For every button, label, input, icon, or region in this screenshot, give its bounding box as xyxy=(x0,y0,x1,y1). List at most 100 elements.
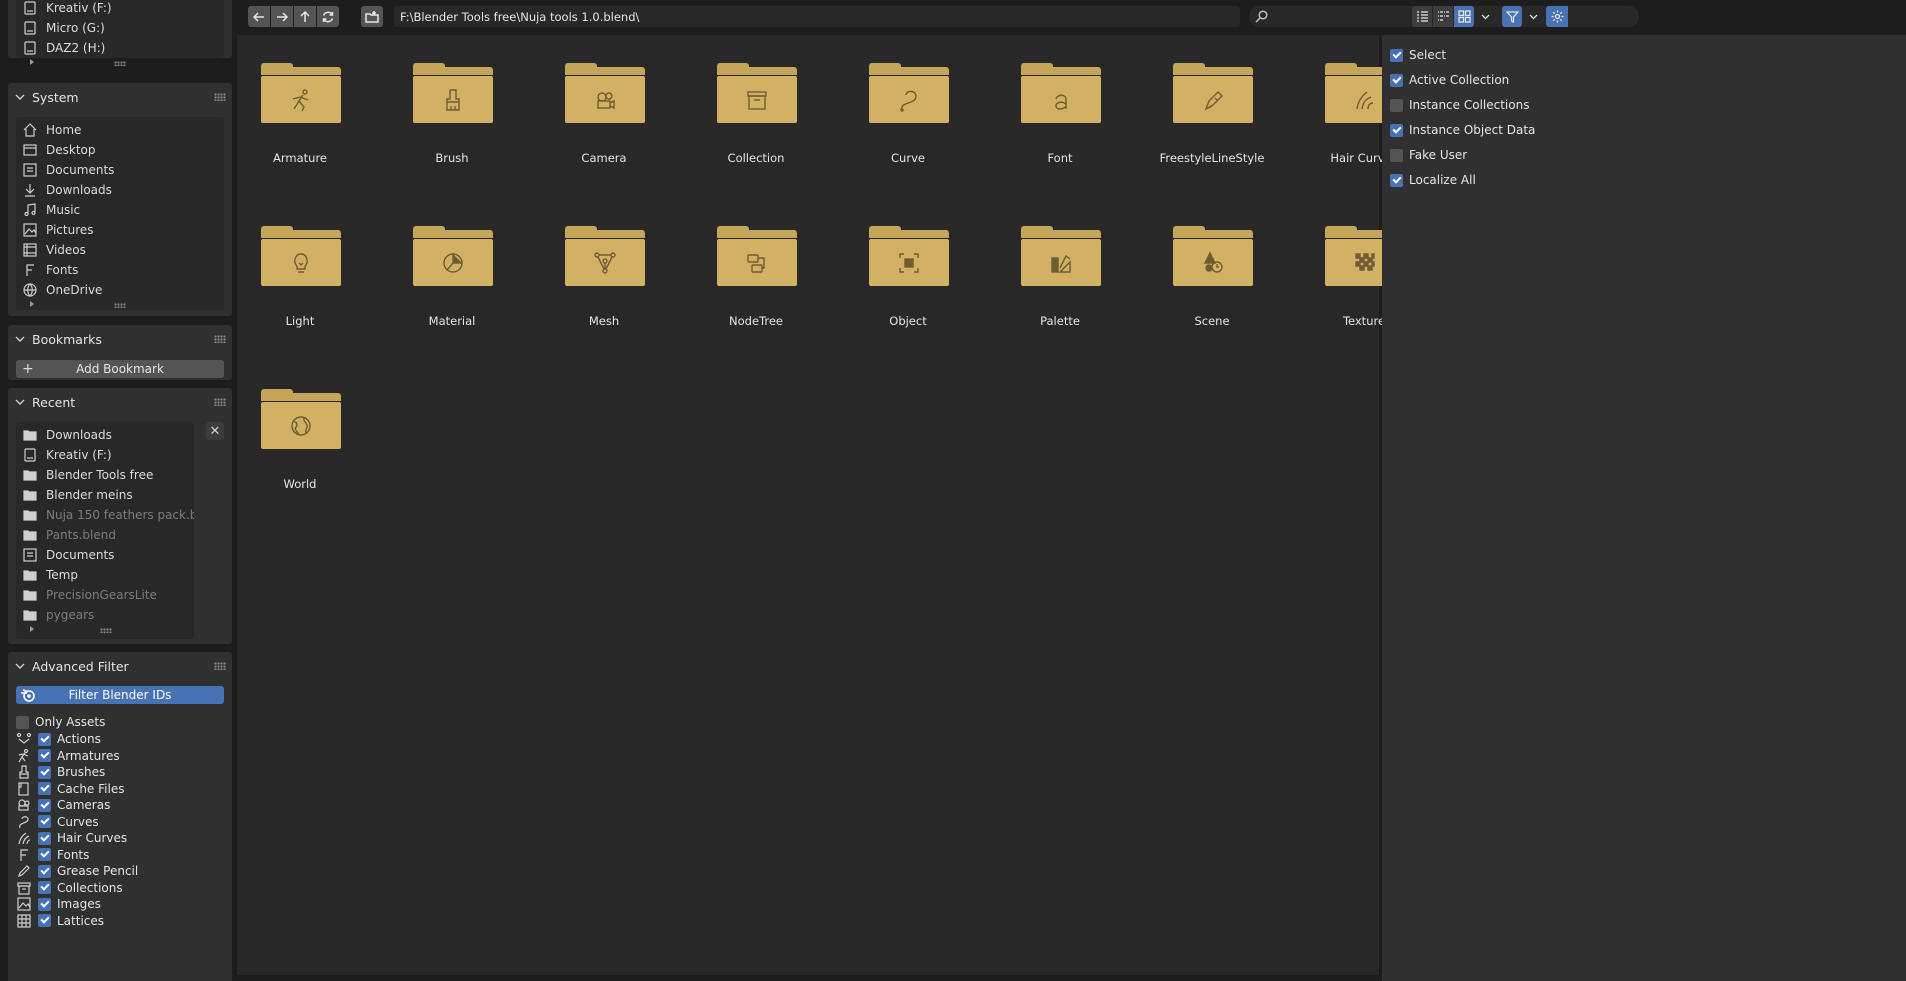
system-panel-header[interactable]: System xyxy=(8,83,232,111)
bookmarks-panel-header[interactable]: Bookmarks xyxy=(8,325,232,353)
folder-tile-light[interactable]: Light xyxy=(240,198,360,328)
system-item[interactable]: Downloads xyxy=(16,180,224,200)
horizontal-list-view-button[interactable] xyxy=(1433,6,1453,27)
system-item[interactable]: Videos xyxy=(16,240,224,260)
folder-icon xyxy=(1021,226,1101,286)
system-item[interactable]: Documents xyxy=(16,160,224,180)
option-checkbox[interactable] xyxy=(1390,98,1403,112)
option-checkbox[interactable] xyxy=(1390,48,1403,62)
filter-label: Armatures xyxy=(57,748,120,763)
system-item[interactable]: OneDrive xyxy=(16,280,224,300)
filter-checkbox[interactable] xyxy=(38,831,51,845)
vertical-list-view-button[interactable] xyxy=(1412,6,1432,27)
volume-item[interactable]: DAZ2 (H:) xyxy=(16,38,224,58)
filter-checkbox[interactable] xyxy=(38,782,51,795)
arrow-left-icon xyxy=(252,11,264,22)
drag-grip-icon[interactable] xyxy=(214,662,226,670)
recent-item[interactable]: Nuja 150 feathers pack.bl... xyxy=(16,505,194,525)
folder-tile-palette[interactable]: Palette xyxy=(1000,198,1120,328)
option-label: Instance Object Data xyxy=(1409,123,1536,137)
filter-toggle-button[interactable] xyxy=(1502,6,1522,27)
drag-grip-icon[interactable] xyxy=(214,335,226,343)
directory-path-field[interactable]: F:\Blender Tools free\Nuja tools 1.0.ble… xyxy=(394,6,1240,27)
recent-list: Downloads Kreativ (F:) Blender Tools free B… xyxy=(16,422,194,639)
system-item[interactable]: Desktop xyxy=(16,140,224,160)
settings-gear-button[interactable] xyxy=(1546,6,1568,27)
folder-icon xyxy=(22,467,38,483)
drag-grip-icon[interactable] xyxy=(214,398,226,406)
recent-panel-header[interactable]: Recent xyxy=(8,388,232,416)
option-active-collection-row[interactable]: Active Collection xyxy=(1390,70,1509,90)
display-settings-dropdown[interactable] xyxy=(1475,6,1495,27)
folder-tile-font[interactable]: Font xyxy=(1000,35,1120,165)
drag-grip-icon[interactable] xyxy=(214,93,226,101)
folder-tile-material[interactable]: Material xyxy=(392,198,512,328)
folder-tile-nodetree[interactable]: NodeTree xyxy=(696,198,816,328)
recent-item[interactable]: PrecisionGearsLite xyxy=(16,585,194,605)
system-item[interactable]: Fonts xyxy=(16,260,224,280)
volume-item[interactable]: Micro (G:) xyxy=(16,18,224,38)
filter-checkbox[interactable] xyxy=(38,732,51,746)
filter-checkbox[interactable] xyxy=(38,881,51,894)
expand-list-handle[interactable] xyxy=(16,300,224,310)
expand-list-handle[interactable] xyxy=(16,58,224,68)
filter-checkbox[interactable] xyxy=(38,848,51,861)
add-bookmark-button[interactable]: + Add Bookmark xyxy=(16,360,224,378)
filter-settings-dropdown[interactable] xyxy=(1523,6,1543,27)
option-instance-object-data-row[interactable]: Instance Object Data xyxy=(1390,120,1535,140)
filter-checkbox[interactable] xyxy=(38,914,51,927)
forward-button[interactable] xyxy=(271,6,293,27)
folder-tile-camera[interactable]: Camera xyxy=(544,35,664,165)
option-checkbox[interactable] xyxy=(1390,148,1403,162)
filter-checkbox[interactable] xyxy=(38,765,51,779)
recent-item[interactable]: Documents xyxy=(16,545,194,565)
folder-icon xyxy=(413,226,493,286)
recent-item[interactable]: pygears xyxy=(16,605,194,625)
filter-checkbox[interactable] xyxy=(38,815,51,828)
option-checkbox[interactable] xyxy=(1390,173,1403,187)
filter-lattices-row[interactable]: Lattices xyxy=(16,911,104,931)
option-fake-user-row[interactable]: Fake User xyxy=(1390,145,1467,165)
thumbnails-view-button[interactable] xyxy=(1454,6,1474,27)
filter-checkbox[interactable] xyxy=(38,749,51,762)
recent-item[interactable]: Kreativ (F:) xyxy=(16,445,194,465)
recent-item[interactable]: Downloads xyxy=(16,425,194,445)
folder-tile-collection[interactable]: Collection xyxy=(696,35,816,165)
clear-recent-button[interactable]: ✕ xyxy=(206,422,224,440)
folder-tile-scene[interactable]: Scene xyxy=(1152,198,1272,328)
option-checkbox[interactable] xyxy=(1390,73,1403,87)
advanced-filter-panel-header[interactable]: Advanced Filter xyxy=(8,652,232,680)
parent-directory-button[interactable] xyxy=(294,6,316,27)
recent-item[interactable]: Temp xyxy=(16,565,194,585)
folder-tile-mesh[interactable]: Mesh xyxy=(544,198,664,328)
recent-item[interactable]: Blender Tools free xyxy=(16,465,194,485)
recent-item[interactable]: Blender meins xyxy=(16,485,194,505)
filter-checkbox[interactable] xyxy=(38,897,51,911)
only-assets-checkbox[interactable] xyxy=(16,715,29,729)
option-localize-all-row[interactable]: Localize All xyxy=(1390,170,1476,190)
system-item[interactable]: Music xyxy=(16,200,224,220)
folder-tile-armature[interactable]: Armature xyxy=(240,35,360,165)
system-item[interactable]: Pictures xyxy=(16,220,224,240)
folder-tile-brush[interactable]: Brush xyxy=(392,35,512,165)
refresh-button[interactable] xyxy=(317,6,339,27)
folder-tile-world[interactable]: World xyxy=(240,361,360,491)
expand-list-handle[interactable] xyxy=(16,625,194,635)
filter-blender-ids-button[interactable]: Filter Blender IDs xyxy=(16,686,224,704)
system-item[interactable]: Home xyxy=(16,120,224,140)
volume-item[interactable]: Kreativ (F:) xyxy=(16,0,224,18)
folder-tile-freestylelinestyle[interactable]: FreestyleLineStyle xyxy=(1152,35,1272,165)
filter-checkbox[interactable] xyxy=(38,864,51,878)
filter-checkbox[interactable] xyxy=(38,798,51,812)
recent-item[interactable]: Pants.blend xyxy=(16,525,194,545)
filter-label: Grease Pencil xyxy=(57,864,139,878)
option-checkbox[interactable] xyxy=(1390,123,1403,137)
option-select-row[interactable]: Select xyxy=(1390,45,1446,65)
folder-tile-curve[interactable]: Curve xyxy=(848,35,968,165)
option-instance-collections-row[interactable]: Instance Collections xyxy=(1390,95,1529,115)
back-button[interactable] xyxy=(248,6,270,27)
folder-tile-object[interactable]: Object xyxy=(848,198,968,328)
new-folder-button[interactable] xyxy=(361,6,383,27)
bookmarks-panel-title: Bookmarks xyxy=(32,331,102,347)
cloud-icon xyxy=(22,282,38,298)
